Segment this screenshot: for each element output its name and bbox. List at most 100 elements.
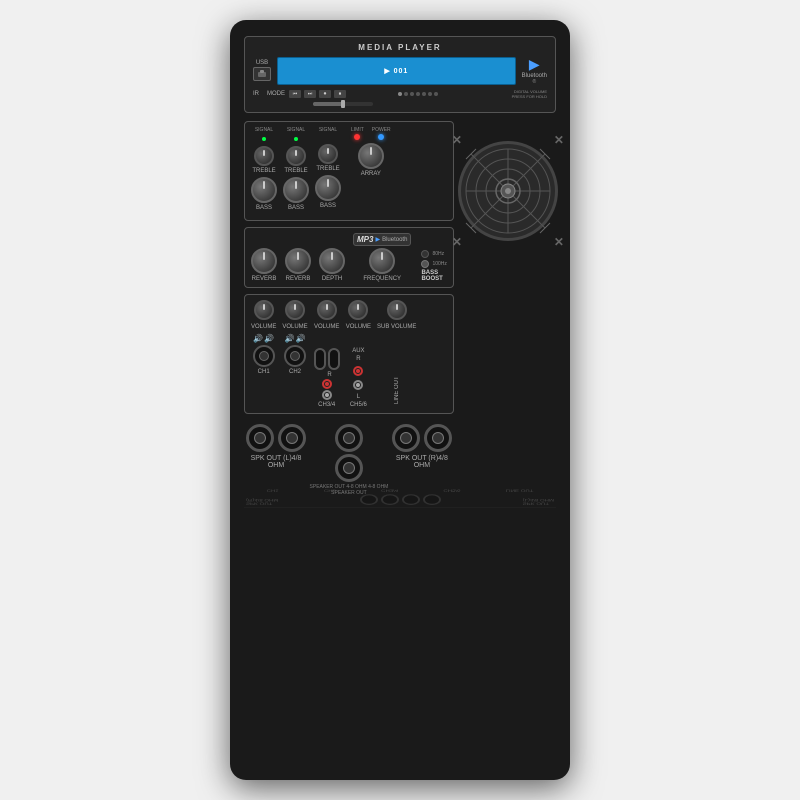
bluetooth-section: ▶ Bluetooth ®: [522, 56, 547, 85]
bt-small-label: Bluetooth: [382, 237, 407, 243]
ch1-bass-knob[interactable]: [251, 177, 277, 203]
usb-label: USB: [256, 60, 268, 66]
ch5-6-label: CH5/6: [350, 402, 367, 408]
ch5-vol-label: VOLUME: [346, 324, 371, 330]
right-panel: ✕ ✕: [454, 121, 558, 504]
sub-vol-col: SUB VOLUME LINE OUT: [377, 300, 416, 404]
array-knob[interactable]: [358, 143, 384, 169]
ch2-xlr-inner: [290, 351, 300, 361]
limit-power-section: LIMIT POWER ARRAY: [351, 127, 391, 177]
spk-right-label: SPK OUT (R)4/8 OHM: [392, 455, 452, 469]
limit-led: [354, 134, 360, 140]
ch1-vol-label: VOLUME: [251, 324, 276, 330]
ch3-bass-knob[interactable]: [315, 175, 341, 201]
spk-right-connectors: [392, 424, 452, 452]
x-bottom-left: ✕: [452, 235, 462, 249]
ch3-treble-knob[interactable]: [318, 144, 338, 164]
stop-button[interactable]: ⏹: [334, 90, 346, 98]
fan-outer: [458, 141, 558, 241]
ch3-rca-w[interactable]: [322, 390, 332, 400]
ch5-vol-knob[interactable]: [348, 300, 368, 320]
spk-right-jack1[interactable]: [392, 424, 420, 452]
ch3-rca-r[interactable]: [322, 379, 332, 389]
ch1-speaker-icons: 🔊 🔊: [253, 334, 274, 343]
power-label: POWER: [372, 127, 391, 133]
reverb2-wrapper: REVERB: [285, 248, 311, 282]
x-bottom-right: ✕: [554, 235, 564, 249]
bass-boost-radio2[interactable]: [421, 260, 429, 268]
frequency-knob[interactable]: [369, 248, 395, 274]
spk-left-jack2[interactable]: [278, 424, 306, 452]
effects-section: REVERB REVERB DEPTH MP3 ▶: [244, 227, 454, 288]
reverb1-wrapper: REVERB: [251, 248, 277, 282]
bass-boost-section: 80Hz 100Hz BASS BOOST: [421, 250, 446, 282]
ch2-xlr-jack[interactable]: [284, 345, 306, 367]
bt-small-icon: ▶: [375, 236, 380, 243]
next-button[interactable]: ⏭: [304, 90, 316, 98]
line-out-rca-r[interactable]: [353, 366, 363, 376]
limit-label: LIMIT: [351, 127, 364, 133]
bass-boost-radio1[interactable]: [421, 250, 429, 258]
fan-assembly: ✕ ✕: [458, 141, 558, 241]
ch3-treble-wrapper: TREBLE: [316, 144, 339, 172]
spk-left-label: SPK OUT (L)4/8 OHM: [246, 455, 306, 469]
ch5-vol-col: VOLUME AUX R L CH5/6: [346, 300, 371, 408]
ch3-treble-label: TREBLE: [316, 166, 339, 172]
l-label: L: [357, 394, 360, 400]
ch3-4-label: CH3/4: [318, 402, 335, 408]
freq1-label: 80Hz: [432, 251, 444, 257]
ch1-xlr-inner: [259, 351, 269, 361]
ch3-vol-knob[interactable]: [317, 300, 337, 320]
dot-5: [422, 92, 426, 96]
r-label2: R: [356, 356, 360, 362]
left-panel: SIGNAL TREBLE BASS SIGNAL: [244, 121, 454, 504]
ch3-trs1[interactable]: [314, 348, 326, 370]
ch2-vol-knob[interactable]: [285, 300, 305, 320]
lcd-display: ▶ 001: [277, 57, 516, 85]
mixer-device: MEDIA PLAYER USB ▶ 001 ▶ Bluetooth ® IR …: [230, 20, 570, 780]
spk-left-jack1[interactable]: [246, 424, 274, 452]
ch1-label: CH1: [258, 369, 270, 375]
sub-vol-knob[interactable]: [387, 300, 407, 320]
ch2-spk-icon2: 🔊: [296, 334, 306, 343]
dot-4: [416, 92, 420, 96]
transport-controls: ⏮ ⏭ ⏺ ⏹: [289, 90, 394, 98]
ch1-eq: SIGNAL TREBLE BASS: [251, 127, 277, 211]
ch1-signal-led: [262, 137, 266, 141]
reverb2-label: REVERB: [286, 276, 311, 282]
ch2-bass-knob[interactable]: [283, 177, 309, 203]
line-out-rca-w[interactable]: [353, 380, 363, 390]
reverb2-knob[interactable]: [285, 248, 311, 274]
mp3-label: MP3: [357, 235, 373, 244]
depth-knob[interactable]: [319, 248, 345, 274]
rec-button[interactable]: ⏺: [319, 90, 331, 98]
ch2-treble-knob[interactable]: [286, 146, 306, 166]
prev-button[interactable]: ⏮: [289, 90, 301, 98]
dot-6: [428, 92, 432, 96]
ch1-xlr-jack[interactable]: [253, 345, 275, 367]
spk-right-jack2[interactable]: [424, 424, 452, 452]
volume-section: VOLUME 🔊 🔊 CH1 VOLUM: [244, 294, 454, 414]
frequency-wrapper: FREQUENCY: [363, 248, 401, 282]
ch2-treble-wrapper: TREBLE: [284, 146, 307, 174]
ch2-signal-led: [294, 137, 298, 141]
depth-label: DEPTH: [322, 276, 342, 282]
power-led: [378, 134, 384, 140]
reverb1-knob[interactable]: [251, 248, 277, 274]
frequency-label: FREQUENCY: [363, 276, 401, 282]
ch2-signal-label: SIGNAL: [287, 127, 305, 133]
ch1-spk-icon2: 🔊: [264, 334, 274, 343]
ch1-treble-knob[interactable]: [254, 146, 274, 166]
ch3-trs2[interactable]: [328, 348, 340, 370]
ch2-label: CH2: [289, 369, 301, 375]
ch3-eq: SIGNAL TREBLE BASS: [315, 127, 341, 209]
ch1-vol-knob[interactable]: [254, 300, 274, 320]
mode-indicators: [398, 92, 438, 96]
ch2-vol-col: VOLUME 🔊 🔊 CH2: [282, 300, 307, 375]
ch1-treble-wrapper: TREBLE: [252, 146, 275, 174]
dot-2: [404, 92, 408, 96]
media-player-section: MEDIA PLAYER USB ▶ 001 ▶ Bluetooth ® IR …: [244, 36, 556, 113]
ch2-eq: SIGNAL TREBLE BASS: [283, 127, 309, 211]
center-jack1[interactable]: [335, 424, 363, 452]
digital-vol-label: DIGITAL VOLUMEPRESS FOR HOLD: [442, 89, 547, 99]
